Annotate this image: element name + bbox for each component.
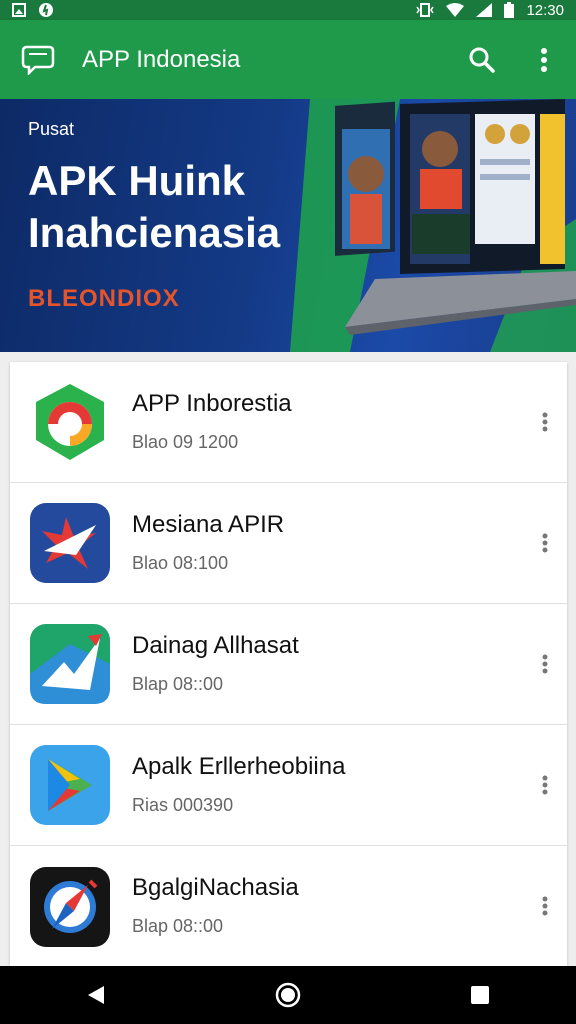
image-icon bbox=[12, 3, 26, 17]
back-button[interactable] bbox=[66, 970, 126, 1020]
laptop-illustration bbox=[290, 99, 576, 352]
banner-eyebrow: Pusat bbox=[28, 119, 75, 139]
app-title: APP Inborestia bbox=[132, 390, 292, 417]
signal-icon bbox=[476, 3, 493, 17]
more-vert-icon bbox=[542, 896, 548, 916]
list-item[interactable]: Apalk Erllerheobiina Rias 000390 bbox=[10, 725, 567, 846]
more-vert-icon bbox=[542, 533, 548, 553]
item-menu-button[interactable] bbox=[533, 888, 557, 924]
clock: 12:30 bbox=[526, 1, 564, 19]
app-title: BgalgiNachasia bbox=[132, 874, 299, 901]
recents-button[interactable] bbox=[450, 970, 510, 1020]
vibrate-icon bbox=[416, 3, 435, 17]
list-item[interactable]: Mesiana APIR Blao 08:100 bbox=[10, 483, 567, 604]
more-vert-icon bbox=[542, 775, 548, 795]
search-button[interactable] bbox=[460, 38, 504, 82]
app-subtitle: Blao 09 1200 bbox=[132, 432, 239, 452]
banner-headline: APK Huink Inahcienasia bbox=[28, 157, 281, 256]
home-icon bbox=[275, 982, 301, 1008]
wifi-icon bbox=[446, 3, 465, 17]
app-list: APP Inborestia Blao 09 1200 Mesiana APIR… bbox=[10, 362, 567, 966]
promo-banner[interactable]: Pusat APK Huink Inahcienasia BLEONDIOX bbox=[0, 99, 576, 352]
back-icon bbox=[88, 986, 104, 1004]
item-menu-button[interactable] bbox=[533, 646, 557, 682]
home-button[interactable] bbox=[258, 970, 318, 1020]
app-bar: APP Indonesia bbox=[0, 20, 576, 99]
item-menu-button[interactable] bbox=[533, 404, 557, 440]
chrome-style-app-icon bbox=[36, 384, 104, 460]
status-bar: 12:30 bbox=[0, 0, 576, 20]
search-icon bbox=[469, 47, 495, 73]
item-menu-button[interactable] bbox=[533, 525, 557, 561]
more-vert-icon bbox=[542, 412, 548, 432]
star-arrow-app-icon bbox=[30, 503, 110, 583]
app-notification-icon bbox=[39, 3, 53, 17]
item-menu-button[interactable] bbox=[533, 767, 557, 803]
app-subtitle: Blao 08:100 bbox=[132, 553, 229, 573]
app-title: Mesiana APIR bbox=[132, 511, 285, 538]
app-subtitle: Rias 000390 bbox=[132, 795, 234, 815]
app-title: APP Indonesia bbox=[82, 45, 241, 73]
app-title: Apalk Erllerheobiina bbox=[132, 753, 346, 780]
list-item[interactable]: APP Inborestia Blao 09 1200 bbox=[10, 362, 567, 483]
app-subtitle: Blap 08::00 bbox=[132, 674, 224, 694]
compass-style-app-icon bbox=[30, 866, 110, 947]
app-title: Dainag Allhasat bbox=[132, 632, 299, 659]
recents-icon bbox=[471, 986, 489, 1004]
list-item[interactable]: BgalgiNachasia Blap 08::00 bbox=[10, 846, 567, 966]
more-vert-icon bbox=[542, 654, 548, 674]
more-vert-icon bbox=[541, 47, 547, 72]
system-nav-bar bbox=[0, 966, 576, 1024]
battery-icon bbox=[504, 2, 515, 18]
more-options-button[interactable] bbox=[522, 38, 566, 82]
play-store-style-app-icon bbox=[30, 745, 110, 825]
maps-style-app-icon bbox=[30, 624, 110, 704]
chat-icon bbox=[20, 42, 56, 78]
list-item[interactable]: Dainag Allhasat Blap 08::00 bbox=[10, 604, 567, 725]
banner-brand: BLEONDIOX bbox=[28, 285, 180, 312]
app-subtitle: Blap 08::00 bbox=[132, 916, 224, 936]
